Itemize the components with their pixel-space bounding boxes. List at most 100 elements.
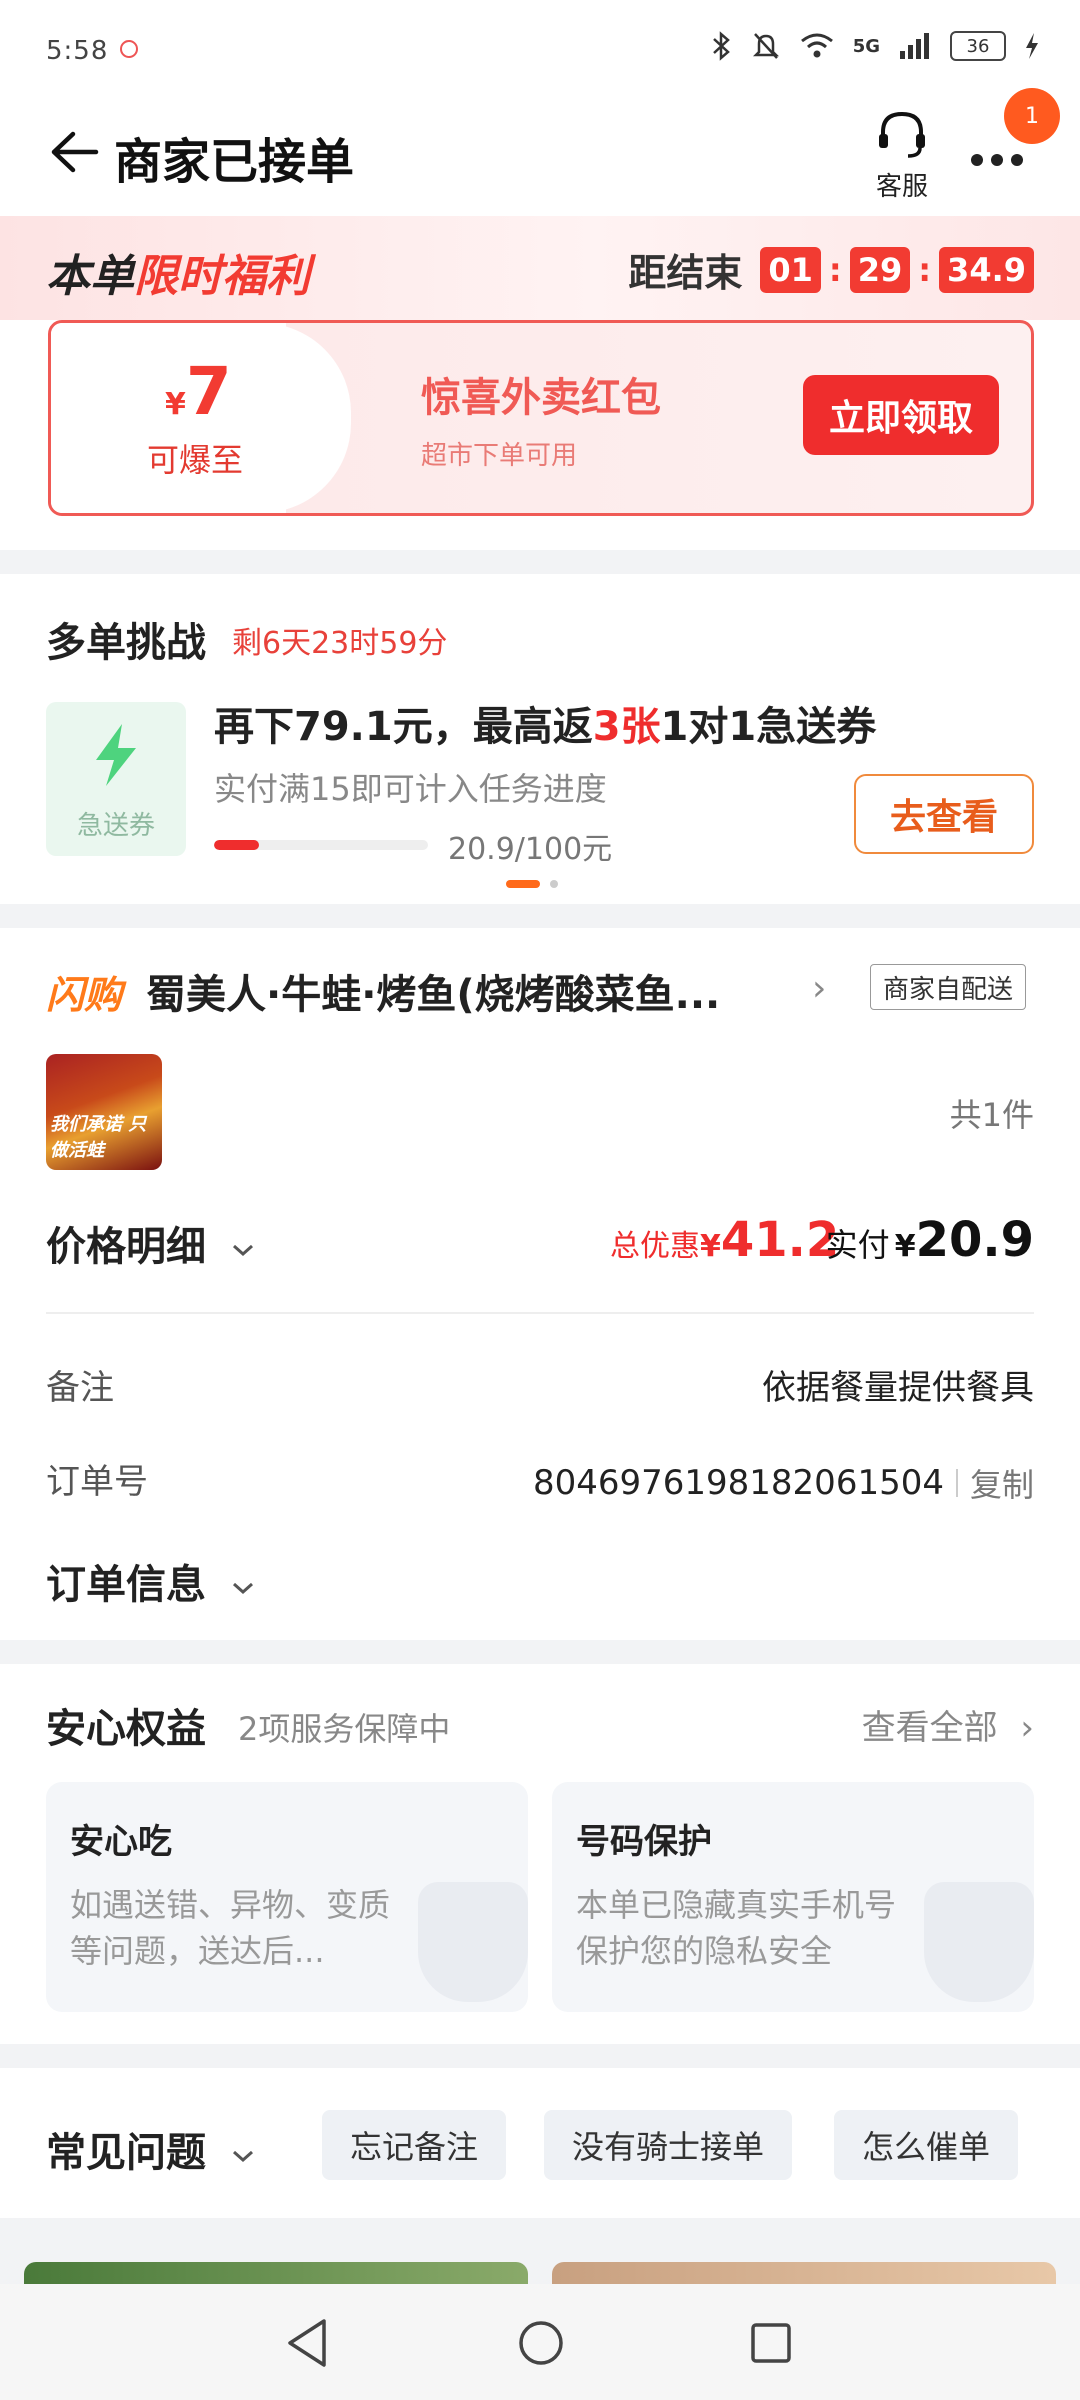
coupon-condition: 超市下单可用 <box>421 441 578 471</box>
coupon-amount: ¥7 <box>165 353 232 430</box>
remark-label: 备注 <box>46 1368 114 1408</box>
express-voucher-label: 急送券 <box>76 811 155 841</box>
back-arrow-icon <box>51 131 99 173</box>
red-packet-coupon: ¥7 可爆至 惊喜外卖红包 超市下单可用 立即领取 <box>48 320 1034 516</box>
offer-title-part2: 限时福利 <box>134 251 310 302</box>
chevron-down-icon <box>232 2150 253 2163</box>
faq-chip-no-rider[interactable]: 没有骑士接单 <box>544 2110 793 2180</box>
lightning-icon <box>96 724 136 786</box>
challenge-progress-bar <box>214 840 428 850</box>
offer-title: 本单限时福利 <box>46 240 310 304</box>
page-title: 商家已接单 <box>114 134 355 190</box>
battery-icon: 36 <box>950 31 1006 61</box>
shop-name-link[interactable]: 蜀美人·牛蛙·烤鱼(烧烤酸菜鱼... <box>146 962 720 1020</box>
challenge-progress-text: 20.9/100元 <box>448 832 613 867</box>
order-number-label: 订单号 <box>46 1462 148 1502</box>
status-bar: 5:58 5G 36 <box>0 0 1080 100</box>
customer-service-label: 客服 <box>875 172 928 202</box>
carousel-dot-active <box>506 880 540 888</box>
challenge-time-left: 剩6天23时59分 <box>232 626 448 661</box>
coupon-name: 惊喜外卖红包 <box>421 375 661 421</box>
claim-now-button[interactable]: 立即领取 <box>803 375 999 455</box>
signal-icon <box>900 33 929 59</box>
remark-value: 依据餐量提供餐具 <box>762 1368 1034 1408</box>
chevron-down-icon <box>232 1244 253 1257</box>
countdown-separator: : <box>828 250 842 289</box>
system-nav-bar <box>0 2284 1080 2400</box>
view-challenge-button[interactable]: 去查看 <box>854 774 1034 854</box>
guarantee-title: 安心权益 <box>46 1706 206 1752</box>
nav-back-button[interactable] <box>272 2308 342 2378</box>
battery-level: 36 <box>966 35 990 57</box>
paid-currency: ¥ <box>894 1229 916 1264</box>
guarantee-card-title: 号码保护 <box>576 1822 712 1862</box>
flash-buy-tag: 闪购 <box>46 973 123 1017</box>
chevron-down-icon <box>232 1582 253 1595</box>
faq-chip-hurry-order[interactable]: 怎么催单 <box>834 2110 1019 2180</box>
status-time: 5:58 <box>46 36 109 66</box>
faq-chip-forgot-remark[interactable]: 忘记备注 <box>322 2110 507 2180</box>
guarantee-card-text: 本单已隐藏真实手机号保护您的隐私安全 <box>576 1886 897 1970</box>
copy-button[interactable]: 复制 <box>970 1460 1034 1506</box>
view-all-button[interactable]: 查看全部 › <box>862 1700 1034 1749</box>
order-number-row: 8046976198182061504 复制 <box>533 1460 1034 1506</box>
guarantee-card-number-protection[interactable]: 号码保护 本单已隐藏真实手机号保护您的隐私安全 <box>552 1782 1034 2012</box>
customer-service-button[interactable]: 客服 <box>862 108 942 204</box>
countdown-timer: 距结束 01 : 29 : 34.9 <box>628 242 1034 297</box>
item-count[interactable]: 共1件 <box>950 1090 1034 1136</box>
food-thumbnail[interactable]: 我们承诺 只做活蛙 <box>46 1054 162 1170</box>
carousel-dot <box>550 880 558 888</box>
multi-order-challenge: 多单挑战 剩6天23时59分 急送券 再下79.1元，最高返3张1对1急送券 实… <box>0 574 1080 904</box>
discount-label: 总优惠 <box>610 1229 700 1264</box>
order-info-toggle[interactable]: 订单信息 <box>46 1552 258 1610</box>
charging-icon <box>1026 33 1038 59</box>
coupon-caption: 可爆至 <box>147 441 244 479</box>
total-discount: 总优惠¥41.2 <box>610 1212 839 1268</box>
status-icons: 5G 36 <box>711 30 1040 62</box>
challenge-rule: 实付满15即可计入任务进度 <box>214 770 607 808</box>
price-detail-label: 价格明细 <box>46 1224 206 1270</box>
nav-home-button[interactable] <box>506 2308 576 2378</box>
order-section: 闪购 蜀美人·牛蛙·烤鱼(烧烤酸菜鱼... › 商家自配送 我们承诺 只做活蛙 … <box>0 928 1080 1640</box>
mute-icon <box>752 33 779 59</box>
nav-recents-button[interactable] <box>736 2308 806 2378</box>
challenge-goal: 再下79.1元，最高返3张1对1急送券 <box>214 694 876 752</box>
divider <box>46 1312 1034 1314</box>
bluetooth-icon <box>712 31 730 61</box>
countdown-seconds: 34.9 <box>939 246 1034 293</box>
guarantee-card-safe-eating[interactable]: 安心吃 如遇送错、异物、变质等问题，送达后... <box>46 1782 528 2012</box>
dot-icon <box>1011 154 1023 166</box>
amount-paid: 实付 ¥20.9 <box>826 1212 1034 1268</box>
challenge-goal-highlight: 3张 <box>592 704 661 750</box>
coupon-number: 7 <box>185 353 232 430</box>
order-info-label: 订单信息 <box>46 1562 206 1608</box>
dot-icon <box>991 154 1003 166</box>
back-button[interactable] <box>44 122 104 182</box>
countdown-hours: 01 <box>760 246 821 293</box>
shield-check-icon <box>418 1882 528 2002</box>
network-type: 5G <box>852 35 880 57</box>
offer-title-part1: 本单 <box>46 251 134 302</box>
guarantee-subtitle: 2项服务保障中 <box>238 1710 451 1748</box>
chevron-right-icon: › <box>1020 1708 1034 1748</box>
offer-banner: 本单限时福利 距结束 01 : 29 : 34.9 <box>0 216 1080 320</box>
notification-icon <box>120 40 138 58</box>
order-number: 8046976198182061504 <box>532 1463 944 1503</box>
discount-currency: ¥ <box>700 1229 721 1264</box>
faq-toggle[interactable]: 常见问题 <box>46 2120 258 2178</box>
chevron-right-icon[interactable]: › <box>812 968 826 1009</box>
separator <box>955 1469 958 1497</box>
challenge-goal-reward: 1对1急送券 <box>660 704 877 750</box>
guarantee-card-title: 安心吃 <box>70 1822 172 1862</box>
wifi-icon <box>800 33 833 58</box>
square-recents-icon <box>751 2323 791 2363</box>
challenge-progress-fill <box>214 840 259 850</box>
price-detail-toggle[interactable]: 价格明细 <box>46 1214 258 1272</box>
guarantee-card-text: 如遇送错、异物、变质等问题，送达后... <box>70 1886 391 1970</box>
coupon-currency: ¥ <box>165 387 186 422</box>
challenge-goal-text: 再下79.1元，最高返 <box>214 704 593 750</box>
peace-of-mind-section: 安心权益 2项服务保障中 查看全部 › 安心吃 如遇送错、异物、变质等问题，送达… <box>0 1664 1080 2044</box>
countdown-minutes: 29 <box>849 246 911 293</box>
countdown-label: 距结束 <box>628 251 743 295</box>
notification-badge: 1 <box>1004 88 1060 144</box>
